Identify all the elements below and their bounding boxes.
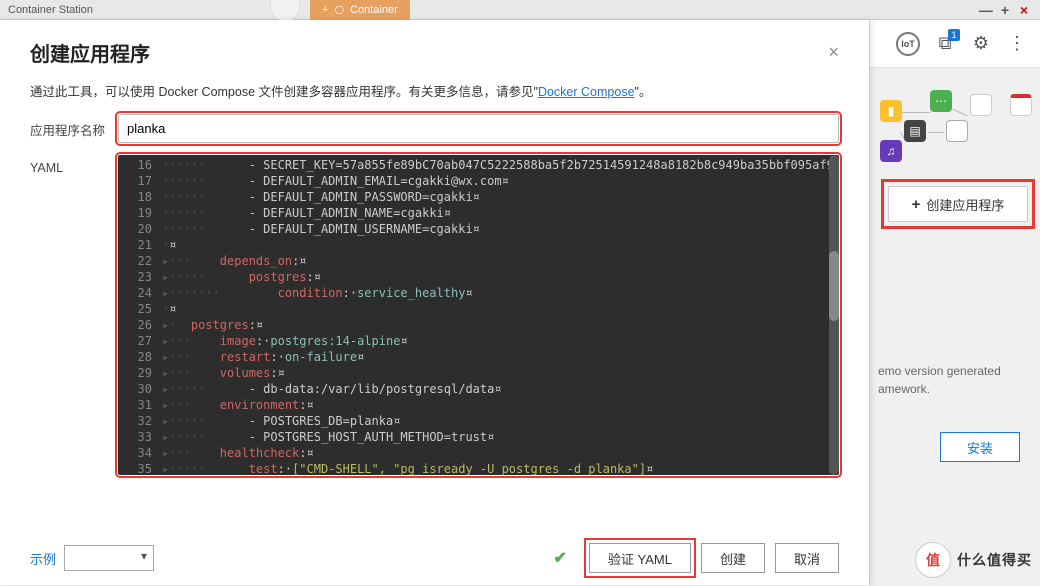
example-select[interactable] bbox=[64, 545, 154, 571]
video-icon: ▤ bbox=[904, 120, 926, 142]
cancel-button[interactable]: 取消 bbox=[775, 543, 839, 573]
restore-button[interactable]: + bbox=[997, 2, 1013, 18]
folder-icon: ▮ bbox=[880, 100, 902, 122]
tab-container[interactable]: +⎔Container bbox=[310, 0, 410, 20]
music-icon: ♫ bbox=[880, 140, 902, 162]
app-title: Container Station bbox=[8, 4, 93, 16]
site-watermark: 值 什么值得买 bbox=[915, 542, 1032, 578]
chat-icon: ⋯ bbox=[930, 90, 952, 112]
window-titlebar: Container Station — + × bbox=[0, 0, 1040, 20]
scrollbar-thumb[interactable] bbox=[829, 251, 839, 321]
calendar-icon bbox=[1010, 94, 1032, 116]
check-icon: ✔ bbox=[554, 548, 567, 568]
watermark-badge: 值 bbox=[915, 542, 951, 578]
modal-description: 通过此工具，可以使用 Docker Compose 文件创建多容器应用程序。有关… bbox=[0, 81, 869, 110]
plus-icon: + bbox=[912, 196, 921, 213]
compass-icon: ⌖ bbox=[946, 120, 968, 142]
code-content: ······ - SECRET_KEY=57a855fe89bC70ab047C… bbox=[162, 155, 827, 475]
yaml-editor[interactable]: 1617181920212223242526272829303132333435… bbox=[118, 155, 839, 475]
background-app-icons: ▮ ⋯ M ▤ ⌖ ♫ bbox=[870, 80, 1040, 170]
create-button[interactable]: 创建 bbox=[701, 543, 765, 573]
watermark-text: 什么值得买 bbox=[957, 550, 1032, 570]
minimize-button[interactable]: — bbox=[978, 2, 994, 18]
create-app-button-bg[interactable]: + 创建应用程序 bbox=[888, 186, 1028, 222]
gear-icon[interactable]: ⚙ bbox=[970, 33, 992, 55]
yaml-label: YAML bbox=[30, 155, 118, 175]
docker-compose-link[interactable]: Docker Compose bbox=[538, 85, 635, 99]
close-window-button[interactable]: × bbox=[1016, 2, 1032, 18]
close-icon[interactable]: × bbox=[828, 42, 839, 63]
app-toolbar: IoT ⧉ ⚙ ⋮ bbox=[870, 20, 1040, 68]
demo-text: emo version generated amework. bbox=[878, 362, 1028, 398]
example-link[interactable]: 示例 bbox=[30, 549, 56, 568]
gmail-icon: M bbox=[970, 94, 992, 116]
validate-yaml-button[interactable]: 验证 YAML bbox=[589, 543, 691, 573]
create-app-modal: 创建应用程序 × 通过此工具，可以使用 Docker Compose 文件创建多… bbox=[0, 20, 870, 585]
app-name-input[interactable] bbox=[118, 114, 839, 143]
containers-icon[interactable]: ⧉ bbox=[934, 33, 956, 55]
app-name-label: 应用程序名称 bbox=[30, 114, 118, 139]
install-button[interactable]: 安装 bbox=[940, 432, 1020, 462]
line-gutter: 1617181920212223242526272829303132333435… bbox=[118, 155, 158, 475]
more-icon[interactable]: ⋮ bbox=[1006, 33, 1028, 55]
iot-icon[interactable]: IoT bbox=[896, 32, 920, 56]
modal-title: 创建应用程序 bbox=[30, 38, 150, 67]
